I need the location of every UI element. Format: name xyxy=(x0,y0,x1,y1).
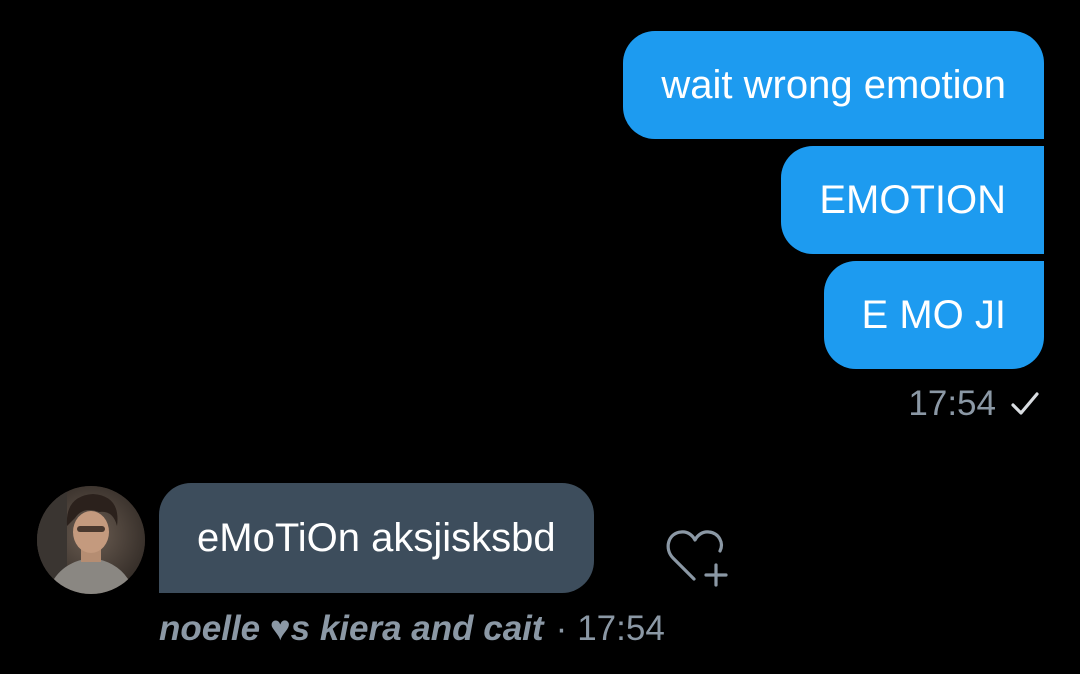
incoming-timestamp: 17:54 xyxy=(577,609,665,648)
conversation-view: wait wrong emotion EMOTION E MO JI 17:54 xyxy=(0,0,1080,674)
incoming-meta: noelle ♥s kiera and cait · 17:54 xyxy=(159,609,665,649)
check-icon xyxy=(1010,389,1040,419)
outgoing-message[interactable]: E MO JI xyxy=(823,261,1044,369)
avatar[interactable] xyxy=(37,486,145,594)
sender-name[interactable]: noelle ♥s kiera and cait xyxy=(159,609,544,649)
outgoing-timestamp: 17:54 xyxy=(908,384,996,423)
incoming-message[interactable]: eMoTiOn aksjisksbd xyxy=(159,483,594,593)
meta-separator: · xyxy=(555,609,568,648)
outgoing-message[interactable]: wait wrong emotion xyxy=(623,31,1044,139)
outgoing-message[interactable]: EMOTION xyxy=(781,146,1044,254)
outgoing-meta: 17:54 xyxy=(908,384,1040,424)
heart-plus-icon[interactable] xyxy=(664,527,736,589)
